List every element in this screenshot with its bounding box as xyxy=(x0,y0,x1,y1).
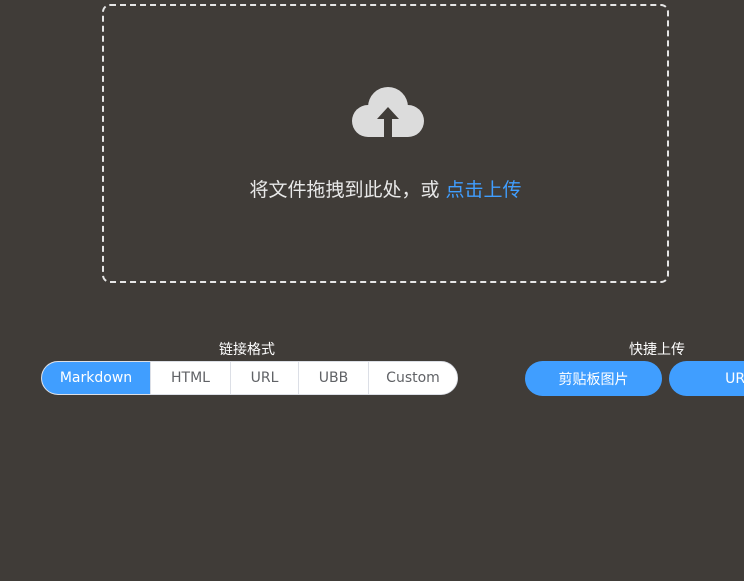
dropzone-prompt: 将文件拖拽到此处，或 xyxy=(249,179,440,201)
link-format-title: 链接格式 xyxy=(219,342,275,358)
dropzone-text: 将文件拖拽到此处，或 点击上传 xyxy=(104,175,667,202)
format-custom-button[interactable]: Custom xyxy=(368,362,457,394)
click-upload-link[interactable]: 点击上传 xyxy=(446,179,522,201)
url-upload-button[interactable]: URL xyxy=(669,361,744,396)
format-html-button[interactable]: HTML xyxy=(150,362,230,394)
link-format-selector: Markdown HTML URL UBB Custom xyxy=(41,361,458,395)
format-markdown-button[interactable]: Markdown xyxy=(42,362,150,394)
format-ubb-button[interactable]: UBB xyxy=(298,362,368,394)
format-url-button[interactable]: URL xyxy=(230,362,298,394)
file-dropzone[interactable]: 将文件拖拽到此处，或 点击上传 xyxy=(102,4,669,283)
quick-upload-title: 快捷上传 xyxy=(629,342,685,358)
clipboard-image-button[interactable]: 剪贴板图片 xyxy=(525,361,662,396)
upload-page: 将文件拖拽到此处，或 点击上传 链接格式 Markdown HTML URL U… xyxy=(0,0,744,581)
cloud-upload-icon xyxy=(352,87,424,137)
